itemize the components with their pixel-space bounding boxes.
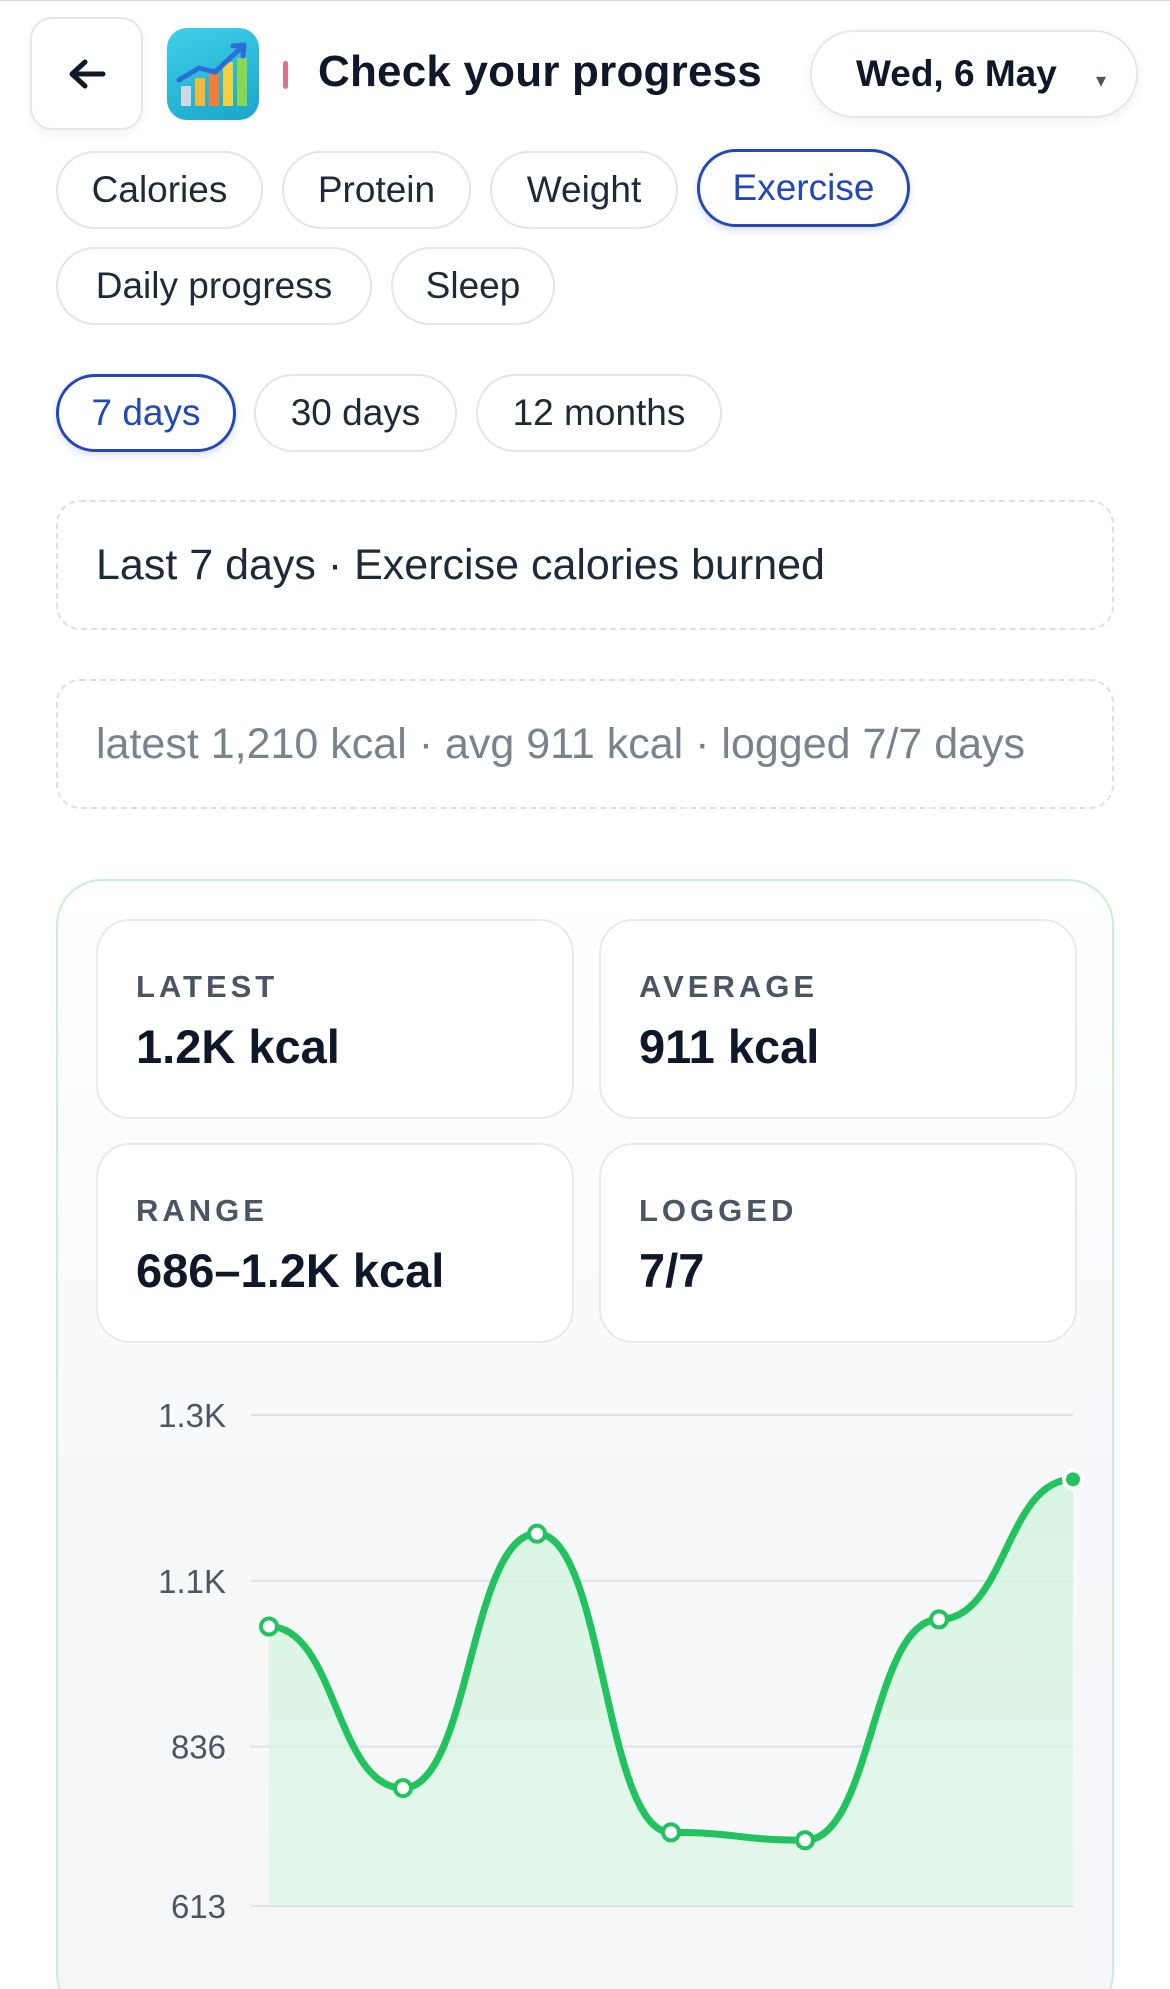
summary-title-box: Last 7 days · Exercise calories burned <box>56 500 1114 630</box>
data-point <box>929 1609 949 1630</box>
data-point <box>527 1523 547 1544</box>
tab-exercise[interactable]: Exercise <box>697 149 910 227</box>
exercise-card: LATEST 1.2K kcal AVERAGE 911 kcal RANGE … <box>56 879 1114 1989</box>
y-tick-label: 613 <box>171 1888 226 1925</box>
date-selector[interactable]: Wed, 6 May ▾ <box>810 30 1138 118</box>
data-point <box>661 1822 681 1843</box>
range-12-months[interactable]: 12 months <box>476 374 722 452</box>
title-accent-bar <box>283 61 288 89</box>
app-chart-icon <box>167 28 259 120</box>
chevron-down-icon: ▾ <box>1095 70 1106 92</box>
data-point <box>259 1616 279 1637</box>
back-button[interactable] <box>30 17 143 130</box>
summary-subtitle: latest 1,210 kcal · avg 911 kcal · logge… <box>96 719 1026 768</box>
date-label: Wed, 6 May <box>856 53 1057 94</box>
tab-weight[interactable]: Weight <box>490 151 678 229</box>
data-point <box>393 1778 413 1799</box>
data-point <box>795 1830 815 1851</box>
exercise-line-chart: 613 836 1.1K 1.3K <box>158 1397 1084 1925</box>
tab-calories[interactable]: Calories <box>56 151 263 229</box>
header: Check your progress Wed, 6 May ▾ <box>0 1 1170 141</box>
range-30-days[interactable]: 30 days <box>254 374 457 452</box>
tab-daily-progress[interactable]: Daily progress <box>56 247 372 325</box>
progress-screen: Check your progress Wed, 6 May ▾ Calorie… <box>0 0 1170 1989</box>
summary-title: Last 7 days · Exercise calories burned <box>96 540 825 589</box>
tab-protein[interactable]: Protein <box>282 151 471 229</box>
arrow-left-icon <box>69 59 105 88</box>
summary-subtitle-box: latest 1,210 kcal · avg 911 kcal · logge… <box>56 679 1114 809</box>
data-point <box>1062 1468 1084 1491</box>
page-title: Check your progress <box>318 47 762 96</box>
y-tick-label: 836 <box>171 1729 226 1766</box>
y-tick-label: 1.3K <box>158 1397 226 1434</box>
y-tick-label: 1.1K <box>158 1563 226 1600</box>
range-7-days[interactable]: 7 days <box>56 374 236 452</box>
tab-sleep[interactable]: Sleep <box>391 247 555 325</box>
